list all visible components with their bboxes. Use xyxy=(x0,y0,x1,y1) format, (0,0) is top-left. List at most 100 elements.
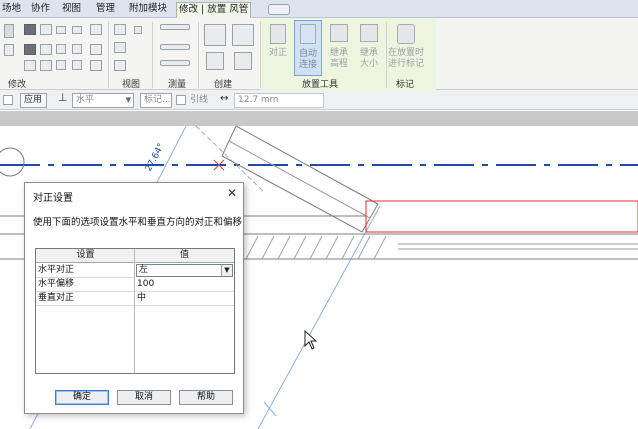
create-part-icon[interactable] xyxy=(204,24,226,46)
auto-connect-button[interactable]: 自动 连接 xyxy=(294,20,322,76)
column-header-setting: 设置 xyxy=(36,249,135,263)
group-divider xyxy=(108,22,109,88)
justify-icon xyxy=(270,24,286,44)
create-group-icon[interactable] xyxy=(206,52,224,70)
horizontal-dropdown-value: 水平 xyxy=(76,95,95,105)
rotate-icon[interactable] xyxy=(72,44,82,54)
vertical-justify-value[interactable]: 中 xyxy=(135,292,234,306)
create-assembly-icon[interactable] xyxy=(234,52,252,70)
group-label-view: 视图 xyxy=(122,80,141,90)
tab-collaborate[interactable]: 协作 xyxy=(29,2,52,18)
chevron-down-icon: ▼ xyxy=(125,96,131,104)
group-divider xyxy=(260,22,261,88)
copy-icon[interactable] xyxy=(72,26,82,34)
delete-icon[interactable] xyxy=(90,60,102,71)
tag-on-placement-button[interactable]: 在放置时 进行标记 xyxy=(386,22,426,76)
horizontal-dropdown[interactable]: 水平 ▼ xyxy=(72,93,134,108)
inherit-size-icon xyxy=(360,24,378,42)
group-divider xyxy=(152,22,153,88)
apply-button[interactable]: 应用 xyxy=(20,93,47,108)
align-icon[interactable] xyxy=(90,24,102,35)
offset-icon[interactable] xyxy=(24,44,36,55)
dropdown-toggle-icon[interactable] xyxy=(268,4,290,15)
tab-addins[interactable]: 附加模块 xyxy=(127,2,169,18)
hide-icon[interactable] xyxy=(114,60,126,71)
group-label-create: 创建 xyxy=(214,80,233,90)
view-dropdown-icon[interactable] xyxy=(134,26,142,34)
close-icon[interactable]: ✕ xyxy=(227,186,237,200)
justify-button[interactable]: 对正 xyxy=(264,22,292,76)
settings-table: 设置 值 水平对正 左 ▼ 水平偏移 100 垂直对正 中 xyxy=(35,248,235,374)
auto-connect-icon xyxy=(300,24,316,44)
auto-connect-label-1: 自动 xyxy=(298,49,317,59)
offset-arrow-icon: ↔ xyxy=(220,93,229,104)
inherit-elevation-button[interactable]: 继承 高程 xyxy=(324,22,354,76)
join-icon[interactable] xyxy=(56,26,66,34)
view-tab-strip xyxy=(0,111,638,126)
group-label-modify: 修改 xyxy=(8,80,27,90)
dimension-icon[interactable] xyxy=(160,44,190,50)
trim-icon[interactable] xyxy=(90,44,102,55)
brush-icon[interactable] xyxy=(114,42,126,53)
tab-modify-place-duct[interactable]: 修改 | 放置 风管 xyxy=(176,2,252,18)
spot-elevation-icon[interactable] xyxy=(160,60,190,66)
help-button[interactable]: 帮助 xyxy=(179,390,233,405)
move-icon[interactable] xyxy=(56,44,66,54)
table-row-setting: 水平对正 xyxy=(36,264,134,278)
tag-on-placement-label-2: 进行标记 xyxy=(387,59,424,69)
pin-icon[interactable] xyxy=(72,60,82,70)
tab-manage[interactable]: 管理 xyxy=(94,2,117,18)
cancel-button[interactable]: 取消 xyxy=(117,390,171,405)
scale-icon[interactable] xyxy=(56,60,66,70)
column-divider xyxy=(134,249,135,373)
chevron-down-icon[interactable]: ▼ xyxy=(221,265,232,276)
tag-icon xyxy=(397,24,415,44)
ok-button[interactable]: 确定 xyxy=(55,390,109,405)
offset-field[interactable]: 12.7 mm xyxy=(234,93,324,108)
inherit-size-label-1: 继承 xyxy=(359,48,378,58)
angle-dimension: 27.64° xyxy=(144,142,167,173)
dialog-instruction: 使用下面的选项设置水平和垂直方向的对正和偏移 xyxy=(33,217,243,228)
tag-on-placement-label-1: 在放置时 xyxy=(387,48,424,58)
horizontal-offset-value[interactable]: 100 xyxy=(135,278,234,292)
reference-line-right xyxy=(257,205,381,429)
inherit-size-button[interactable]: 继承 大小 xyxy=(354,22,384,76)
wall-hatch xyxy=(245,235,387,260)
dialog-title: 对正设置 xyxy=(33,193,73,204)
ribbon-panel: 修改 视图 测量 创建 对正 自动 连接 继承 高程 继承 大小 放置工具 在放 xyxy=(0,18,638,90)
grid-bubble xyxy=(0,147,25,177)
ribbon-tabbar: 场地 协作 视图 管理 附加模块 修改 | 放置 风管 xyxy=(0,0,638,18)
group-label-tag: 标记 xyxy=(396,80,415,90)
array-icon[interactable] xyxy=(40,60,52,71)
table-row-setting: 垂直对正 xyxy=(36,292,134,306)
measure-icon[interactable] xyxy=(160,24,190,30)
tab-site[interactable]: 场地 xyxy=(0,2,23,18)
table-row-setting: 水平偏移 xyxy=(36,278,134,292)
split-icon[interactable] xyxy=(24,60,36,71)
geometry-icon[interactable] xyxy=(4,44,14,56)
inherit-size-label-2: 大小 xyxy=(359,59,378,69)
group-divider xyxy=(198,22,199,88)
mirror-icon[interactable] xyxy=(40,44,52,55)
group-label-placement-tools: 放置工具 xyxy=(302,80,339,90)
create-similar-icon[interactable] xyxy=(232,24,254,46)
cut-icon[interactable] xyxy=(40,24,52,35)
auto-connect-label-2: 连接 xyxy=(298,60,317,70)
modify-icon[interactable] xyxy=(4,24,14,38)
inherit-elevation-label-2: 高程 xyxy=(329,59,348,69)
tab-view[interactable]: 视图 xyxy=(60,2,83,18)
inherit-elevation-icon xyxy=(330,24,348,42)
angled-duct-inner xyxy=(228,140,371,219)
justify-label: 对正 xyxy=(268,48,287,58)
properties-icon[interactable] xyxy=(3,95,13,105)
horizontal-justify-select[interactable]: 左 ▼ xyxy=(136,264,233,277)
column-header-value: 值 xyxy=(135,249,234,263)
selected-duct-outline xyxy=(365,200,638,233)
paste-icon[interactable] xyxy=(24,24,36,35)
tag-label-field[interactable]: 标记... xyxy=(140,93,172,108)
lightbulb-icon[interactable] xyxy=(114,24,126,35)
options-bar: 应用 ⊥ 水平 ▼ 标记... 引线 ↔ 12.7 mm xyxy=(0,90,638,110)
leader-checkbox[interactable] xyxy=(176,95,186,105)
inherit-elevation-label-1: 继承 xyxy=(329,48,348,58)
leader-label: 引线 xyxy=(190,95,209,105)
